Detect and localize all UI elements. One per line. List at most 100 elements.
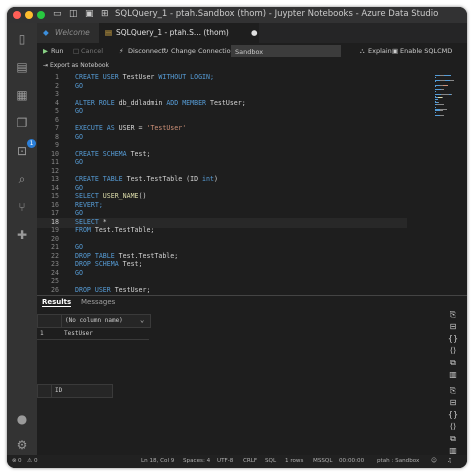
column-header[interactable]: (No column name) ⌄ bbox=[61, 314, 151, 328]
tab-sqlquery[interactable]: ▤ SQLQuery_1 - ptah.S... (thom) ● bbox=[99, 23, 259, 43]
line-number: 25 bbox=[51, 277, 59, 285]
chevron-down-icon[interactable]: ⌄ bbox=[140, 316, 144, 324]
minimap[interactable] bbox=[435, 69, 465, 295]
code-text: REVERT; bbox=[75, 201, 103, 209]
editor-tabs: ◆ Welcome ▤ SQLQuery_1 - ptah.S... (thom… bbox=[37, 23, 467, 43]
notebooks-icon[interactable]: ▦ bbox=[14, 87, 30, 103]
line-number: 20 bbox=[51, 234, 59, 243]
code-token: GO bbox=[75, 132, 83, 141]
line-number: 22 bbox=[51, 251, 59, 260]
save-xml-icon[interactable]: ⟨⟩ bbox=[447, 346, 459, 356]
line-number: 15 bbox=[51, 192, 59, 200]
save-excel-icon[interactable]: ⊟ bbox=[447, 322, 459, 332]
explorer-icon[interactable]: ▤ bbox=[14, 59, 30, 75]
language-mode[interactable]: SQL bbox=[265, 458, 276, 464]
cursor-position[interactable]: Ln 18, Col 9 bbox=[141, 458, 174, 464]
copy-icon-2[interactable]: ⧉ bbox=[447, 434, 459, 444]
results-pane: Results Messages (No column name) ⌄ 1 Te… bbox=[37, 295, 467, 456]
error-count[interactable]: 0 bbox=[18, 458, 22, 464]
cancel-button[interactable]: Cancel bbox=[81, 47, 103, 55]
code-token: GO bbox=[75, 243, 83, 251]
extensions-grid-icon[interactable]: ⊡ bbox=[14, 143, 30, 159]
cell-value[interactable]: TestUser bbox=[64, 330, 93, 337]
provider[interactable]: MSSQL bbox=[313, 458, 332, 464]
close-window-button[interactable] bbox=[13, 11, 21, 19]
column-header[interactable]: ID bbox=[51, 384, 113, 398]
explain-icon: ⛬ bbox=[360, 47, 365, 55]
sidebar-toggle-icon[interactable]: ▭ bbox=[53, 9, 62, 19]
search-icon[interactable]: ⌕ bbox=[14, 171, 30, 187]
change-connection-button[interactable]: Change Connection bbox=[171, 47, 235, 55]
minimap-mark bbox=[444, 75, 451, 76]
save-csv-icon[interactable]: ⎘ bbox=[447, 310, 459, 320]
chart-icon[interactable]: ▥ bbox=[447, 370, 459, 380]
code-text: CREATE SCHEMA Test; bbox=[75, 150, 150, 158]
save-json-icon[interactable]: {} bbox=[447, 334, 459, 344]
gear-icon[interactable]: ⚙ bbox=[14, 437, 30, 453]
save-csv-icon-2[interactable]: ⎘ bbox=[447, 386, 459, 396]
files-icon[interactable]: ❐ bbox=[14, 115, 30, 131]
code-token: REVERT; bbox=[75, 200, 103, 209]
code-token: Test; bbox=[130, 149, 151, 158]
execution-time: 00:00:00 bbox=[339, 458, 365, 464]
save-json-icon-2[interactable]: {} bbox=[447, 410, 459, 420]
copy-icon[interactable]: ⧉ bbox=[447, 358, 459, 368]
code-token: CREATE TABLE bbox=[75, 175, 127, 183]
split-icon[interactable]: ◫ bbox=[69, 9, 78, 19]
extensions-icon[interactable]: ✚ bbox=[14, 227, 30, 243]
code-text: GO bbox=[75, 158, 83, 166]
enable-sqlcmd-button[interactable]: Enable SQLCMD bbox=[400, 47, 452, 55]
welcome-icon: ◆ bbox=[43, 28, 49, 37]
code-text: GO bbox=[75, 184, 83, 192]
code-token: Test.TestTable (ID bbox=[126, 175, 203, 183]
warning-icon[interactable]: ⚠ bbox=[27, 458, 32, 464]
code-token: ALTER ROLE bbox=[75, 98, 119, 107]
export-notebook-button[interactable]: ⇥ Export as Notebook bbox=[43, 62, 109, 69]
save-excel-icon-2[interactable]: ⊟ bbox=[447, 398, 459, 408]
minimap-mark bbox=[435, 76, 436, 78]
line-number: 7 bbox=[55, 124, 59, 132]
code-token: CREATE SCHEMA bbox=[75, 149, 131, 158]
save-xml-icon-2[interactable]: ⟨⟩ bbox=[447, 422, 459, 432]
connection-info[interactable]: ptah : Sandbox bbox=[377, 458, 419, 464]
code-token: * bbox=[102, 217, 107, 226]
code-token: WITHOUT LOGIN; bbox=[158, 73, 214, 81]
error-icon[interactable]: ⊗ bbox=[12, 458, 17, 464]
activity-bar: ▯ ▤ ▦ ❐ 1 ⊡ ⌕ ⑂ ✚ ● ⚙ bbox=[7, 23, 37, 455]
code-token: GO bbox=[75, 81, 83, 90]
line-number: 26 bbox=[51, 285, 59, 294]
table-row[interactable]: 1 TestUser bbox=[37, 328, 149, 340]
panel-icon[interactable]: ▣ bbox=[85, 9, 94, 19]
bell-icon[interactable]: ♫ bbox=[447, 458, 452, 464]
minimap-mark bbox=[443, 84, 448, 86]
line-endings[interactable]: CRLF bbox=[243, 458, 257, 464]
minimap-mark bbox=[437, 103, 444, 105]
disconnect-button[interactable]: Disconnect bbox=[128, 47, 164, 55]
unsaved-dot-icon[interactable]: ● bbox=[251, 23, 258, 43]
indentation[interactable]: Spaces: 4 bbox=[183, 458, 210, 464]
run-button[interactable]: Run bbox=[51, 47, 63, 55]
line-number: 19 bbox=[51, 226, 59, 234]
code-token: GO bbox=[75, 158, 83, 166]
source-control-icon[interactable]: ⑂ bbox=[14, 199, 30, 215]
explain-button[interactable]: Explain bbox=[368, 47, 392, 55]
tab-messages[interactable]: Messages bbox=[81, 298, 115, 306]
account-icon[interactable]: ● bbox=[14, 411, 30, 427]
database-select[interactable]: Sandbox bbox=[231, 45, 341, 57]
run-icon[interactable]: ▶ bbox=[43, 47, 48, 55]
title-bar: ▭ ◫ ▣ ⊞ SQLQuery_1 - ptah.Sandbox (thom)… bbox=[7, 7, 467, 23]
code-editor[interactable]: 1 CREATE USER TestUser WITHOUT LOGIN; 2 GO 3… bbox=[37, 69, 467, 295]
tab-welcome[interactable]: ◆ Welcome bbox=[37, 23, 99, 43]
layout-icon[interactable]: ⊞ bbox=[101, 9, 109, 19]
sqlcmd-icon: ▣ bbox=[392, 47, 399, 55]
maximize-window-button[interactable] bbox=[37, 11, 45, 19]
feedback-icon[interactable]: ☺ bbox=[431, 458, 437, 464]
tab-results[interactable]: Results bbox=[42, 298, 72, 307]
connections-icon[interactable]: ▯ bbox=[14, 31, 30, 47]
code-token: TestUser; bbox=[209, 98, 246, 107]
encoding[interactable]: UTF-8 bbox=[217, 458, 233, 464]
warning-count[interactable]: 0 bbox=[34, 458, 38, 464]
minimize-window-button[interactable] bbox=[25, 11, 33, 19]
code-line[interactable]: 26 DROP USER TestUser; bbox=[37, 286, 407, 296]
column-header-label: ID bbox=[55, 387, 63, 394]
